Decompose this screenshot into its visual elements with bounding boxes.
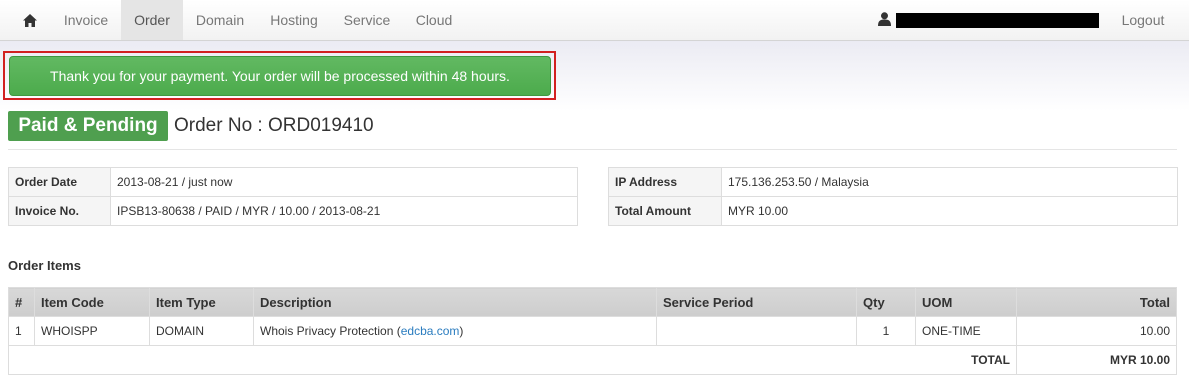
col-description-header: Description — [253, 287, 657, 317]
row-description: Whois Privacy Protection (edcba.com) — [253, 316, 657, 346]
table-header-row: # Item Code Item Type Description Servic… — [8, 287, 1177, 317]
order-items-table: # Item Code Item Type Description Servic… — [8, 287, 1177, 375]
home-icon — [23, 13, 37, 27]
row-num: 1 — [8, 316, 35, 346]
order-status-badge: Paid & Pending — [8, 111, 168, 141]
description-suffix: ) — [459, 324, 464, 338]
row-uom: ONE-TIME — [915, 316, 1017, 346]
nav-cloud[interactable]: Cloud — [405, 0, 463, 40]
order-date-row: Order Date 2013-08-21 / just now — [8, 167, 578, 197]
user-icon — [878, 12, 891, 26]
description-text: Whois Privacy Protection ( — [260, 324, 401, 338]
grand-total-value: MYR 10.00 — [1016, 345, 1177, 375]
order-date-label: Order Date — [8, 167, 111, 197]
payment-info-table: IP Address 175.136.253.50 / Malaysia Tot… — [608, 167, 1178, 226]
order-items-heading: Order Items — [8, 258, 81, 273]
page-title: Order No : ORD019410 — [174, 115, 374, 136]
total-amount-row: Total Amount MYR 10.00 — [608, 196, 1178, 226]
order-date-value: 2013-08-21 / just now — [110, 167, 578, 197]
col-uom-header: UOM — [915, 287, 1017, 317]
row-item-type: DOMAIN — [149, 316, 254, 346]
col-num-header: # — [8, 287, 35, 317]
row-service-period — [656, 316, 857, 346]
col-total-header: Total — [1016, 287, 1177, 317]
top-navbar: Invoice Order Domain Hosting Service Clo… — [0, 0, 1189, 41]
nav-invoice[interactable]: Invoice — [53, 0, 119, 40]
ip-address-row: IP Address 175.136.253.50 / Malaysia — [608, 167, 1178, 197]
nav-domain[interactable]: Domain — [185, 0, 255, 40]
user-menu[interactable] — [878, 12, 892, 28]
col-qty-header: Qty — [856, 287, 916, 317]
nav-home-link[interactable] — [12, 0, 48, 40]
col-item-code-header: Item Code — [34, 287, 150, 317]
payment-success-alert: Thank you for your payment. Your order w… — [9, 56, 551, 96]
table-row: 1 WHOISPP DOMAIN Whois Privacy Protectio… — [8, 316, 1177, 346]
invoice-no-row: Invoice No. IPSB13-80638 / PAID / MYR / … — [8, 196, 578, 226]
ip-address-label: IP Address — [608, 167, 722, 197]
order-info-table: Order Date 2013-08-21 / just now Invoice… — [8, 167, 578, 226]
grand-total-label: TOTAL — [8, 345, 1017, 375]
nav-hosting[interactable]: Hosting — [259, 0, 329, 40]
row-qty: 1 — [856, 316, 916, 346]
title-divider — [8, 149, 1177, 150]
logout-link[interactable]: Logout — [1110, 0, 1176, 40]
col-service-period-header: Service Period — [656, 287, 857, 317]
ip-address-value: 175.136.253.50 / Malaysia — [721, 167, 1178, 197]
row-total: 10.00 — [1016, 316, 1177, 346]
row-item-code: WHOISPP — [34, 316, 150, 346]
total-amount-value: MYR 10.00 — [721, 196, 1178, 226]
total-amount-label: Total Amount — [608, 196, 722, 226]
col-item-type-header: Item Type — [149, 287, 254, 317]
domain-link[interactable]: edcba.com — [401, 324, 460, 338]
total-row: TOTAL MYR 10.00 — [8, 345, 1177, 375]
nav-order[interactable]: Order — [121, 0, 183, 40]
redacted-username — [896, 13, 1099, 28]
invoice-no-label: Invoice No. — [8, 196, 111, 226]
invoice-link[interactable]: IPSB13-80638 / PAID / MYR / 10.00 / 2013… — [110, 196, 578, 226]
nav-service[interactable]: Service — [333, 0, 401, 40]
